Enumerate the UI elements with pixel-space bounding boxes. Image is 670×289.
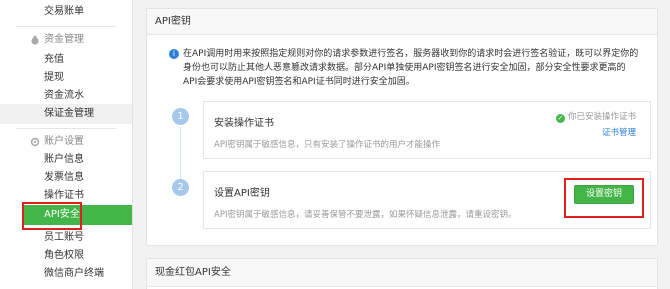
check-circle-icon: ✓: [555, 114, 565, 123]
cert-status-text: 你已安装操作证书: [567, 112, 636, 122]
sidebar-item-role-permission[interactable]: 角色权限: [0, 246, 132, 266]
step-connector: [180, 127, 181, 185]
sidebar-item-withdraw[interactable]: 提现: [0, 68, 132, 88]
sidebar-item-invoice-info[interactable]: 发票信息: [0, 168, 132, 188]
sidebar-item-account-info[interactable]: 账户信息: [0, 150, 132, 170]
highlight-annotation-box: [564, 178, 644, 218]
info-notice: i 在API调用时用来按照指定规则对你的请求参数进行签名，服务器收到你的请求时会…: [169, 47, 639, 89]
step-description: API密钥属于敏感信息，请妥善保管不要泄露，如果怀疑信息泄露，请重设密钥。: [214, 210, 517, 220]
step-install-cert: 安装操作证书 API密钥属于敏感信息，只有安装了操作证书的用户才能操作 ✓ 你已安…: [203, 101, 651, 159]
step-number-badge: 2: [172, 179, 189, 196]
sidebar: 交易账单 资金管理 充值 提现 资金流水 保证金管理 账户设置 账户信息 发票信…: [0, 0, 133, 289]
notice-text: 在API调用时用来按照指定规则对你的请求参数进行签名，服务器收到你的请求时会进行…: [183, 49, 639, 87]
sidebar-item-merchant-terminal[interactable]: 微信商户终端: [0, 264, 132, 284]
sidebar-item-fund-flow[interactable]: 资金流水: [0, 86, 132, 106]
sidebar-item-deposit[interactable]: 保证金管理: [0, 104, 132, 124]
highlight-annotation-box: [22, 202, 82, 230]
sidebar-item-recharge[interactable]: 充值: [0, 50, 132, 70]
cert-management-link[interactable]: 证书管理: [602, 126, 636, 138]
sidebar-group-account: 账户设置: [0, 132, 132, 152]
red-packet-api-section: 现金红包API安全: [146, 258, 658, 289]
cert-status: ✓ 你已安装操作证书: [555, 110, 636, 123]
sidebar-item-staff-account[interactable]: 员工账号: [0, 228, 132, 248]
api-key-panel: API密钥 i 在API调用时用来按照指定规则对你的请求参数进行签名，服务器收到…: [146, 8, 658, 246]
step-description: API密钥属于敏感信息，只有安装了操作证书的用户才能操作: [214, 140, 440, 150]
money-bag-icon: [31, 35, 39, 45]
step-title: 设置API密钥: [214, 188, 270, 199]
sidebar-divider: [16, 26, 116, 27]
step-title: 安装操作证书: [214, 118, 274, 129]
sidebar-item-transaction-bill[interactable]: 交易账单: [0, 2, 132, 22]
info-icon: i: [169, 49, 179, 59]
step-set-api-key: 设置API密钥 API密钥属于敏感信息，请妥善保管不要泄露，如果怀疑信息泄露，请…: [203, 171, 651, 229]
step-number-badge: 1: [172, 108, 189, 125]
sidebar-group-funds: 资金管理: [0, 30, 132, 50]
sidebar-divider: [16, 128, 116, 129]
sidebar-group-label: 账户设置: [44, 136, 84, 147]
panel-title: API密钥: [147, 9, 657, 35]
main-content: API密钥 i 在API调用时用来按照指定规则对你的请求参数进行签名，服务器收到…: [134, 0, 670, 289]
gear-icon: [30, 137, 40, 147]
sidebar-group-label: 资金管理: [44, 34, 84, 45]
section-title: 现金红包API安全: [147, 259, 657, 287]
